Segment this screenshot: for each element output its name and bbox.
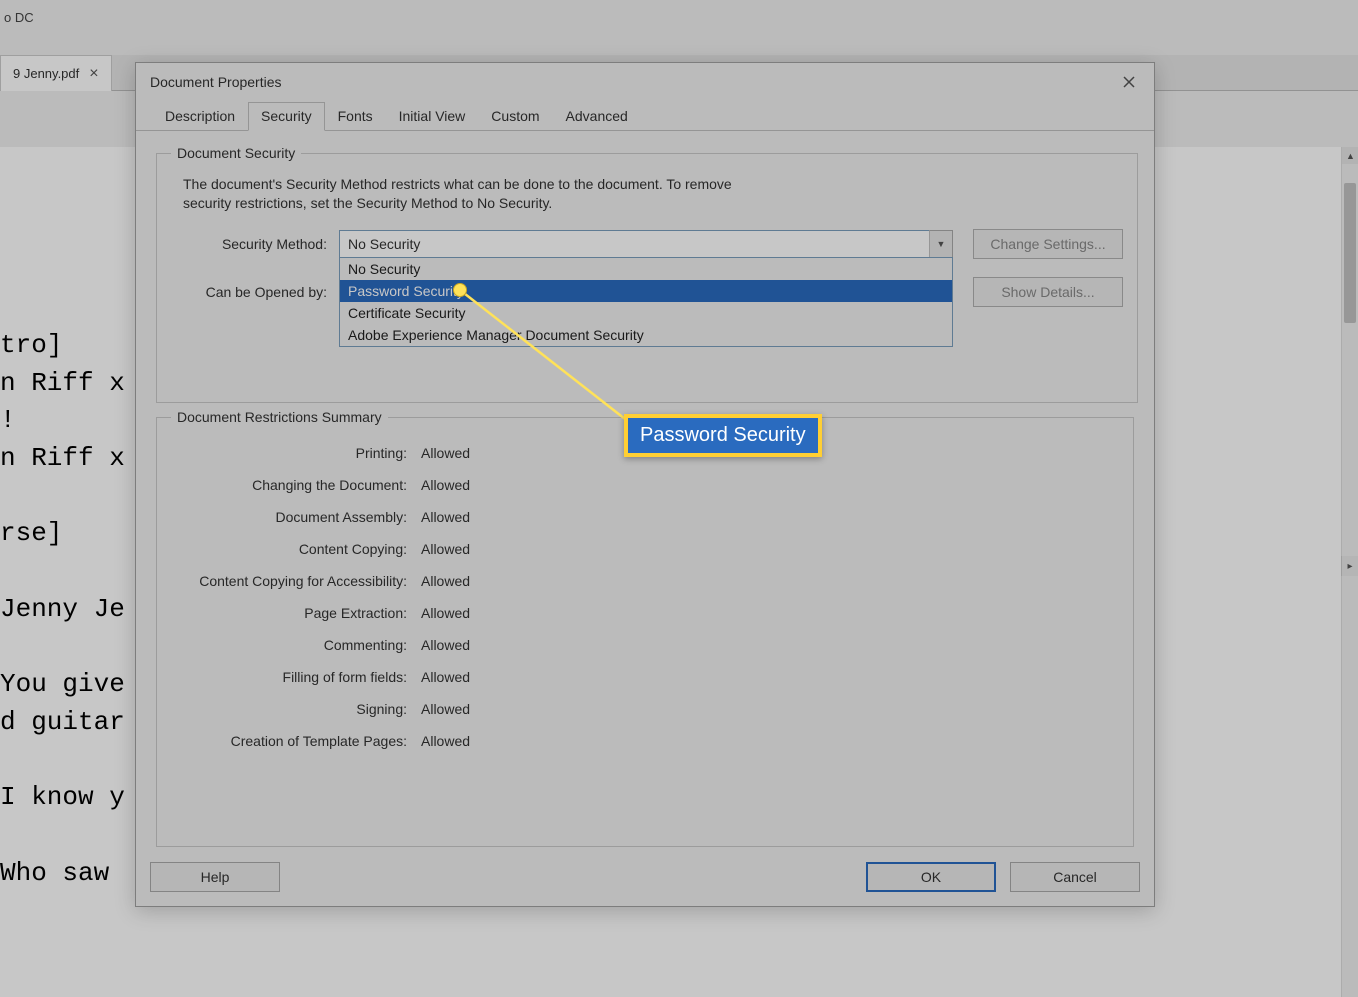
restriction-value: Allowed [421,669,470,685]
security-help-text: The document's Security Method restricts… [183,175,743,213]
callout-label: Password Security [624,414,822,457]
tab-custom[interactable]: Custom [478,102,552,131]
restriction-value: Allowed [421,701,470,717]
scroll-thumb[interactable] [1344,183,1356,323]
dialog-button-bar: Help OK Cancel [150,862,1140,892]
restriction-row: Changing the Document:Allowed [171,477,1119,493]
security-method-label: Security Method: [171,236,339,252]
restriction-row: Content Copying for Accessibility:Allowe… [171,573,1119,589]
dialog-titlebar: Document Properties [136,63,1154,101]
restriction-value: Allowed [421,637,470,653]
tab-advanced[interactable]: Advanced [553,102,641,131]
security-option-no-security[interactable]: No Security [340,258,952,280]
dialog-close-button[interactable] [1114,67,1144,97]
tab-initial-view[interactable]: Initial View [386,102,479,131]
cancel-button[interactable]: Cancel [1010,862,1140,892]
restrictions-list: Printing:Allowed Changing the Document:A… [171,445,1119,749]
dialog-panel: Document Security The document's Securit… [136,131,1154,861]
tab-fonts[interactable]: Fonts [325,102,386,131]
ok-button[interactable]: OK [866,862,996,892]
restriction-row: Creation of Template Pages:Allowed [171,733,1119,749]
tab-security[interactable]: Security [248,102,325,131]
security-method-select[interactable]: No Security ▼ No Security Password Secur… [339,230,953,258]
restriction-value: Allowed [421,509,470,525]
restriction-label: Commenting: [171,637,421,653]
restriction-value: Allowed [421,541,470,557]
restriction-label: Document Assembly: [171,509,421,525]
restriction-row: Filling of form fields:Allowed [171,669,1119,685]
restriction-value: Allowed [421,573,470,589]
document-security-group: Document Security The document's Securit… [156,145,1138,403]
show-details-button[interactable]: Show Details... [973,277,1123,307]
restriction-value: Allowed [421,477,470,493]
restriction-label: Creation of Template Pages: [171,733,421,749]
restriction-label: Filling of form fields: [171,669,421,685]
scroll-up-arrow-icon[interactable]: ▲ [1342,147,1358,164]
restriction-label: Signing: [171,701,421,717]
restriction-row: Commenting:Allowed [171,637,1119,653]
help-button[interactable]: Help [150,862,280,892]
document-properties-dialog: Document Properties Description Security… [135,62,1155,907]
restriction-label: Content Copying for Accessibility: [171,573,421,589]
chevron-down-icon[interactable]: ▼ [929,230,953,258]
security-method-value: No Security [348,236,420,252]
restriction-row: Signing:Allowed [171,701,1119,717]
restriction-label: Page Extraction: [171,605,421,621]
change-settings-button[interactable]: Change Settings... [973,229,1123,259]
restriction-value: Allowed [421,733,470,749]
restriction-label: Changing the Document: [171,477,421,493]
dialog-tabstrip: Description Security Fonts Initial View … [136,101,1154,131]
security-method-selected[interactable]: No Security [339,230,953,258]
restrictions-legend: Document Restrictions Summary [171,409,388,425]
restriction-value: Allowed [421,605,470,621]
security-option-certificate-security[interactable]: Certificate Security [340,302,952,324]
restriction-row: Content Copying:Allowed [171,541,1119,557]
security-option-aem-document-security[interactable]: Adobe Experience Manager Document Securi… [340,324,952,346]
dialog-title: Document Properties [150,74,282,90]
restriction-label: Content Copying: [171,541,421,557]
security-option-password-security[interactable]: Password Security [340,280,952,302]
close-icon[interactable]: × [89,65,98,83]
app-title: o DC [0,10,34,25]
document-security-legend: Document Security [171,145,301,161]
restriction-row: Document Assembly:Allowed [171,509,1119,525]
restriction-label: Printing: [171,445,421,461]
callout-dot-icon [453,283,467,297]
restriction-row: Page Extraction:Allowed [171,605,1119,621]
side-panel-toggle-icon[interactable]: ▸ [1341,556,1358,576]
security-method-dropdown: No Security Password Security Certificat… [339,257,953,347]
close-icon [1123,76,1135,88]
restrictions-group: Document Restrictions Summary Printing:A… [156,409,1134,847]
document-tab[interactable]: 9 Jenny.pdf × [0,55,112,91]
tab-description[interactable]: Description [152,102,248,131]
opened-by-label: Can be Opened by: [171,284,339,300]
restriction-value: Allowed [421,445,470,461]
security-method-row: Security Method: No Security ▼ No Securi… [171,229,1123,259]
document-tab-label: 9 Jenny.pdf [13,66,79,81]
